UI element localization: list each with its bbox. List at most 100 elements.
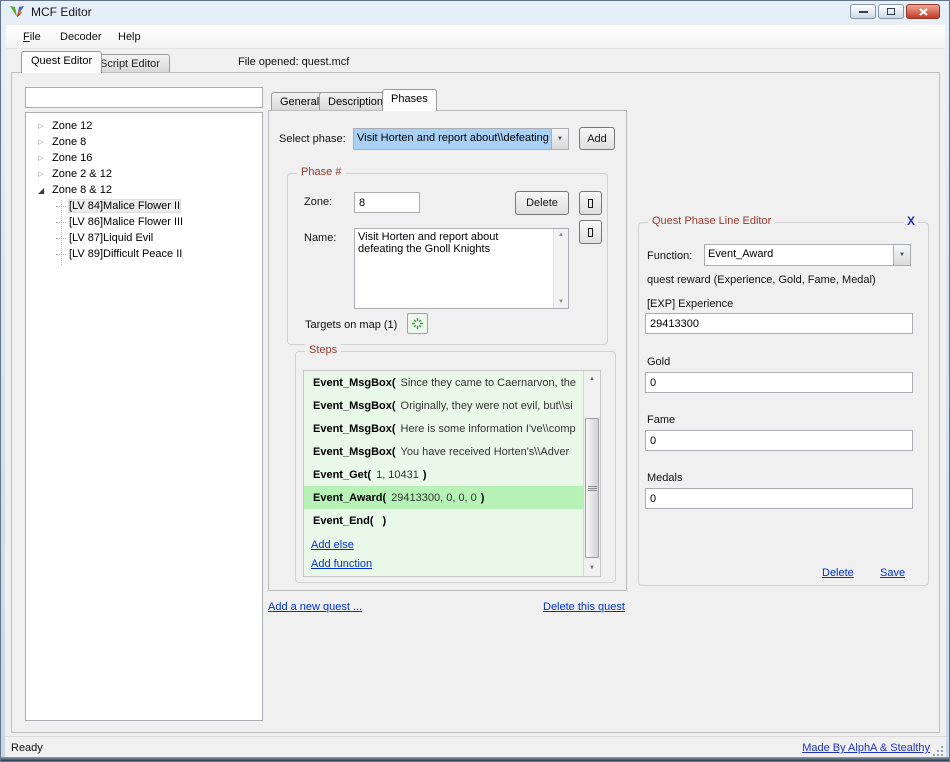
scrollbar-thumb[interactable] bbox=[585, 418, 599, 558]
resize-grip[interactable] bbox=[941, 754, 943, 756]
unknown-glyph-icon bbox=[588, 228, 593, 237]
line-delete-link[interactable]: Delete bbox=[822, 567, 854, 579]
name-label: Name: bbox=[304, 232, 336, 244]
tree-item-label[interactable]: Zone 16 bbox=[52, 152, 92, 164]
function-description: quest reward (Experience, Gold, Fame, Me… bbox=[647, 274, 876, 286]
tree-item-label[interactable]: [LV 87]Liquid Evil bbox=[69, 232, 153, 244]
step-row[interactable]: Event_End( ) bbox=[304, 509, 584, 532]
phase-name-value[interactable]: Visit Horten and report about defeating … bbox=[358, 231, 550, 255]
scroll-down-icon[interactable]: ▼ bbox=[554, 299, 568, 305]
step-args: You have received Horten's\\Adver bbox=[401, 446, 570, 458]
medals-field[interactable] bbox=[645, 488, 913, 509]
fame-label: Fame bbox=[647, 414, 675, 426]
phase-name-field[interactable]: Visit Horten and report about defeating … bbox=[354, 228, 569, 309]
title-bar[interactable]: MCF Editor bbox=[1, 1, 949, 23]
quest-tree[interactable]: ▷ Zone 12 ▷ Zone 8 ▷ Zone 16 ▷ Zone 2 & … bbox=[25, 112, 263, 721]
chevron-down-icon[interactable]: ▼ bbox=[551, 129, 568, 149]
add-phase-button[interactable]: Add bbox=[579, 127, 615, 150]
steps-scrollbar[interactable]: ▲ ▼ bbox=[583, 371, 600, 576]
line-editor-title: Quest Phase Line Editor bbox=[648, 215, 775, 227]
scroll-up-icon[interactable]: ▲ bbox=[554, 232, 568, 238]
phase-select-value[interactable]: Visit Horten and report about\\defeating bbox=[354, 129, 551, 149]
targets-map-button[interactable] bbox=[407, 313, 428, 334]
step-close: ) bbox=[423, 469, 427, 481]
minimize-button[interactable] bbox=[850, 4, 876, 19]
chevron-collapsed-icon[interactable]: ▷ bbox=[38, 154, 52, 162]
step-row[interactable]: Event_MsgBox( Since they came to Caernar… bbox=[304, 371, 584, 394]
menu-decoder[interactable]: Decoder bbox=[56, 29, 106, 45]
tree-item-zone-expanded[interactable]: ◢ Zone 8 & 12 bbox=[26, 182, 262, 198]
fame-field[interactable] bbox=[645, 430, 913, 451]
exp-label: [EXP] Experience bbox=[647, 298, 733, 310]
exp-field[interactable] bbox=[645, 313, 913, 334]
tab-quest-editor[interactable]: Quest Editor bbox=[21, 51, 102, 73]
search-input[interactable] bbox=[25, 87, 263, 108]
name-scrollbar[interactable]: ▲ ▼ bbox=[553, 229, 568, 308]
line-save-link[interactable]: Save bbox=[880, 567, 905, 579]
chevron-down-icon[interactable]: ▼ bbox=[893, 245, 910, 265]
move-up-button[interactable] bbox=[579, 191, 602, 215]
zone-field[interactable] bbox=[354, 192, 420, 213]
tree-item-zone[interactable]: ▷ Zone 12 bbox=[26, 118, 262, 134]
gold-label: Gold bbox=[647, 356, 670, 368]
step-row-selected[interactable]: Event_Award( 29413300, 0, 0, 0 ) bbox=[304, 486, 584, 509]
tree-item-zone[interactable]: ▷ Zone 2 & 12 bbox=[26, 166, 262, 182]
targets-on-map-label: Targets on map (1) bbox=[305, 319, 397, 331]
app-window: MCF Editor File Decoder Help Quest Edito… bbox=[0, 0, 950, 762]
step-args: Originally, they were not evil, but\\si bbox=[401, 400, 573, 412]
scroll-down-icon[interactable]: ▼ bbox=[584, 560, 600, 576]
tree-item-label[interactable]: [LV 89]Difficult Peace II bbox=[69, 248, 182, 260]
window-bottom-border bbox=[1, 757, 949, 761]
chevron-collapsed-icon[interactable]: ▷ bbox=[38, 122, 52, 130]
add-else-link[interactable]: Add else bbox=[311, 539, 354, 551]
chevron-collapsed-icon[interactable]: ▷ bbox=[38, 170, 52, 178]
scroll-up-icon[interactable]: ▲ bbox=[584, 371, 600, 387]
maximize-button[interactable] bbox=[878, 4, 904, 19]
delete-phase-button[interactable]: Delete bbox=[515, 191, 569, 215]
credit-link[interactable]: Made By AlphA & Stealthy bbox=[802, 742, 930, 754]
tree-item-label-selected[interactable]: [LV 84]Malice Flower II bbox=[69, 200, 180, 212]
tree-item-label[interactable]: [LV 86]Malice Flower III bbox=[69, 216, 183, 228]
step-function: Event_Get( bbox=[313, 469, 371, 481]
step-function: Event_MsgBox( bbox=[313, 446, 396, 458]
function-label: Function: bbox=[647, 250, 692, 262]
function-value[interactable]: Event_Award bbox=[705, 245, 893, 265]
step-row[interactable]: Event_MsgBox( Originally, they were not … bbox=[304, 394, 584, 417]
menu-help[interactable]: Help bbox=[114, 29, 145, 45]
step-row[interactable]: Event_Get( 1, 10431 ) bbox=[304, 463, 584, 486]
step-row[interactable]: Event_MsgBox( You have received Horten's… bbox=[304, 440, 584, 463]
status-ready-label: Ready bbox=[11, 742, 43, 754]
move-down-button[interactable] bbox=[579, 220, 602, 244]
thumb-grip-icon bbox=[588, 486, 597, 491]
tree-item-zone[interactable]: ▷ Zone 8 bbox=[26, 134, 262, 150]
chevron-expanded-icon[interactable]: ◢ bbox=[38, 186, 52, 195]
quest-phase-line-editor: Quest Phase Line Editor X Function: Even… bbox=[638, 222, 929, 586]
steps-group-title: Steps bbox=[305, 344, 341, 356]
gold-field[interactable] bbox=[645, 372, 913, 393]
add-new-quest-link[interactable]: Add a new quest ... bbox=[268, 601, 362, 613]
tree-item-label[interactable]: Zone 2 & 12 bbox=[52, 168, 112, 180]
step-function: Event_Award( bbox=[313, 492, 386, 504]
tree-item-label[interactable]: Zone 12 bbox=[52, 120, 92, 132]
delete-this-quest-link[interactable]: Delete this quest bbox=[543, 601, 625, 613]
tree-item-label[interactable]: Zone 8 bbox=[52, 136, 86, 148]
status-bar: Ready Made By AlphA & Stealthy bbox=[5, 736, 946, 759]
phase-select-combobox[interactable]: Visit Horten and report about\\defeating… bbox=[353, 128, 569, 150]
tree-item-zone[interactable]: ▷ Zone 16 bbox=[26, 150, 262, 166]
step-close: ) bbox=[383, 515, 387, 527]
steps-list[interactable]: Event_MsgBox( Since they came to Caernar… bbox=[303, 370, 601, 577]
step-row[interactable]: Event_MsgBox( Here is some information I… bbox=[304, 417, 584, 440]
menu-file[interactable]: File bbox=[19, 29, 45, 45]
tree-connector-line bbox=[61, 200, 62, 265]
file-opened-label: File opened: quest.mcf bbox=[238, 56, 349, 68]
add-function-link[interactable]: Add function bbox=[311, 558, 372, 570]
step-close: ) bbox=[481, 492, 485, 504]
tab-phases[interactable]: Phases bbox=[382, 89, 437, 111]
tree-item-label[interactable]: Zone 8 & 12 bbox=[52, 184, 112, 196]
close-button[interactable] bbox=[906, 4, 940, 19]
function-combobox[interactable]: Event_Award ▼ bbox=[704, 244, 911, 266]
close-panel-icon[interactable]: X bbox=[904, 214, 918, 228]
chevron-collapsed-icon[interactable]: ▷ bbox=[38, 138, 52, 146]
app-icon bbox=[9, 4, 25, 25]
medals-label: Medals bbox=[647, 472, 682, 484]
